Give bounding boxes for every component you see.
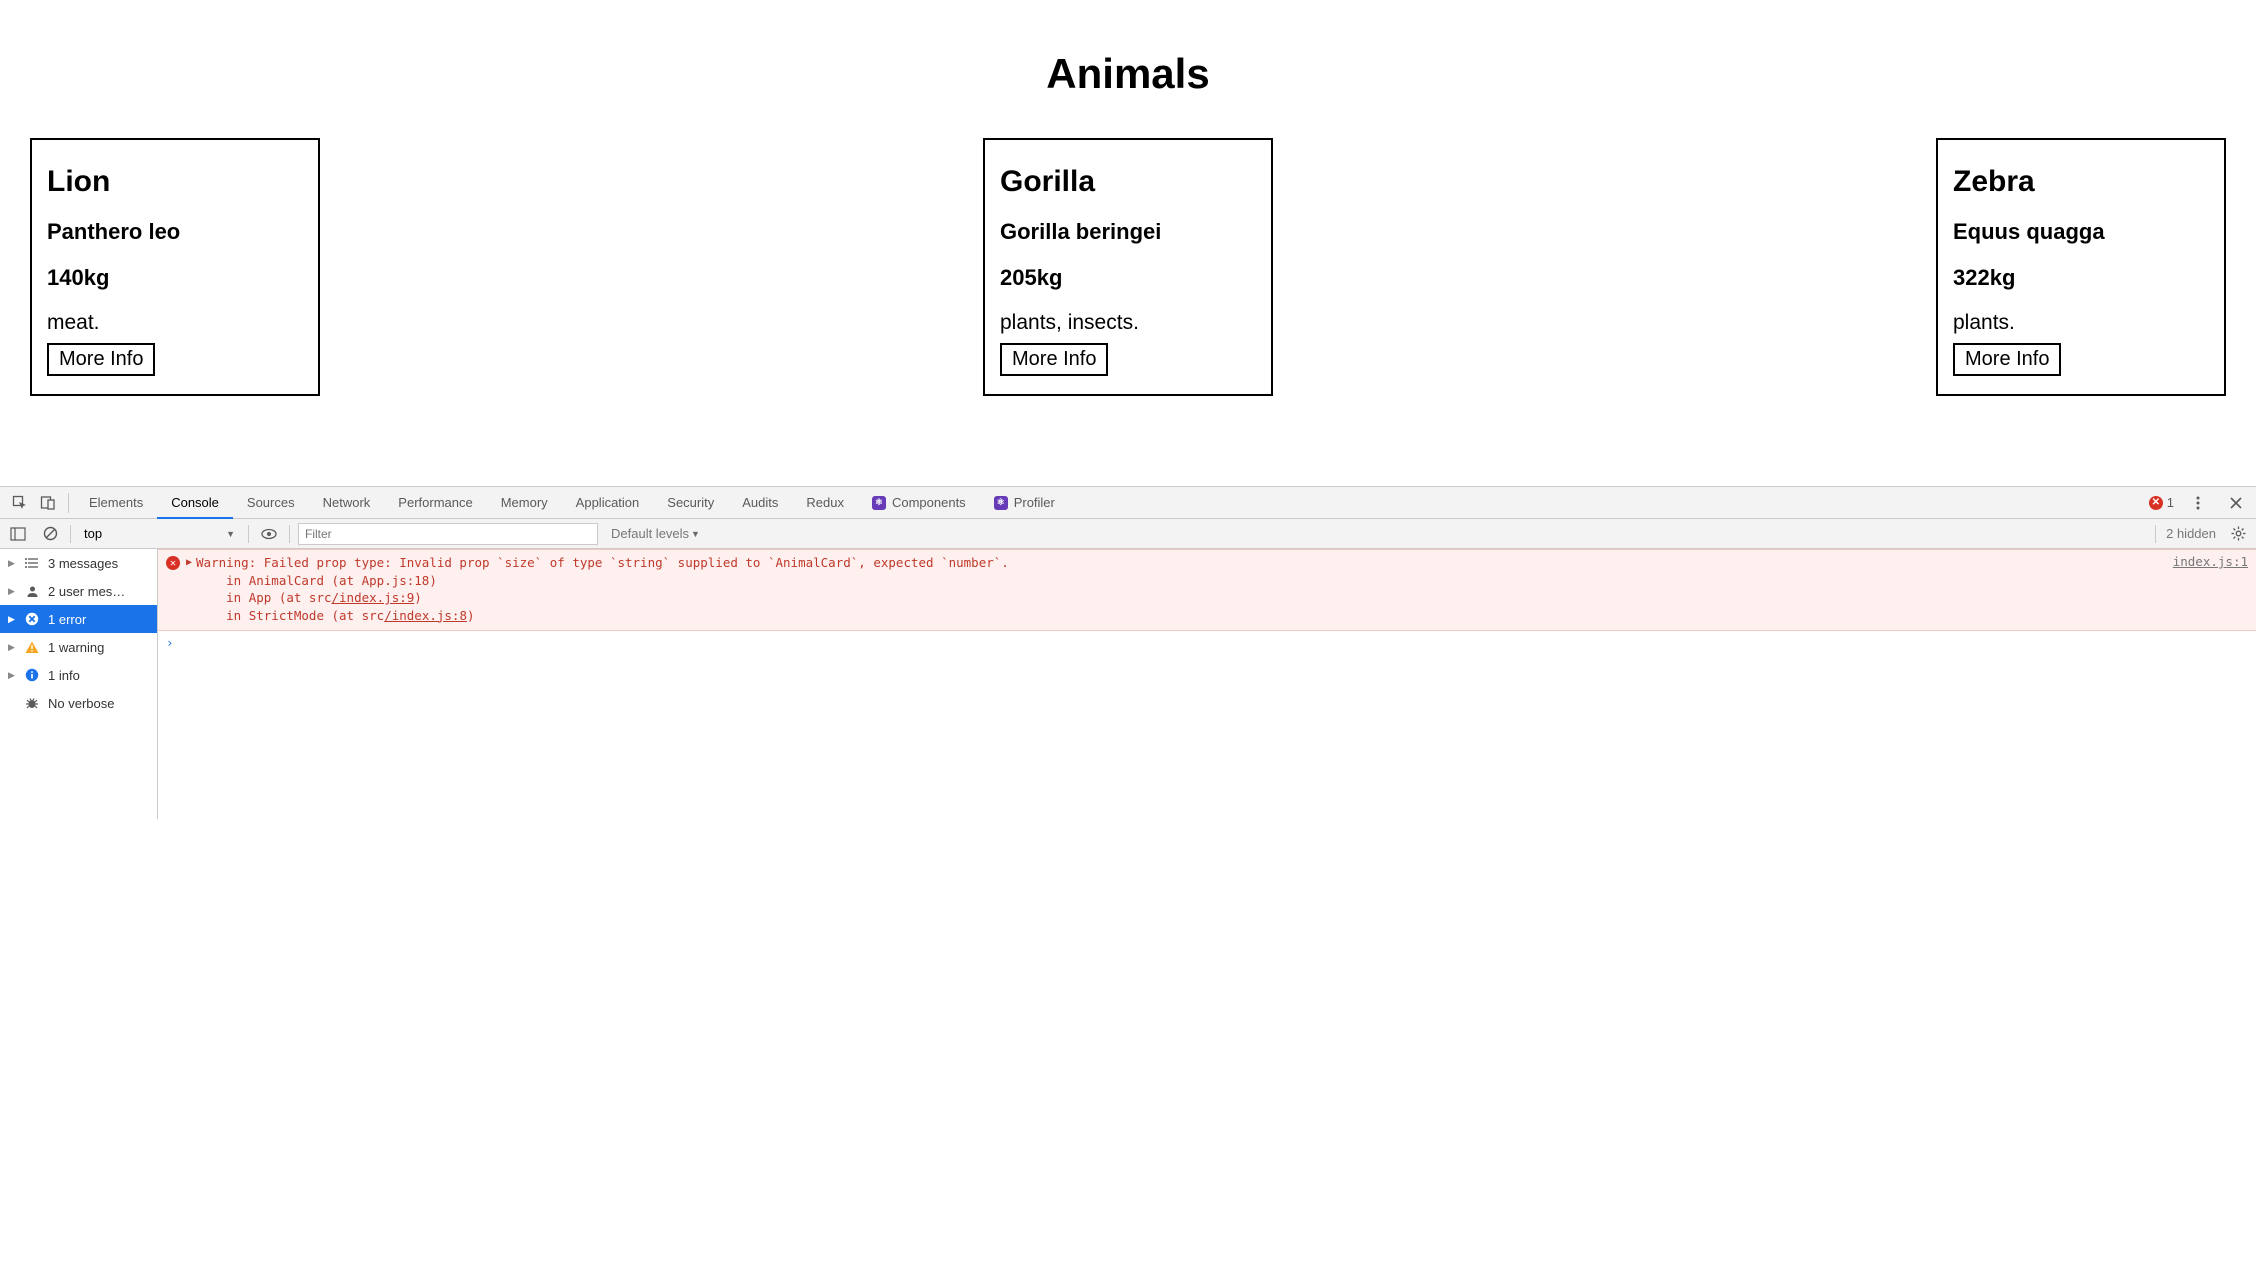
divider — [68, 493, 69, 513]
bug-icon — [24, 695, 40, 711]
sidebar-item-messages[interactable]: ▶ 3 messages — [0, 549, 157, 577]
error-icon — [24, 611, 40, 627]
animal-name: Lion — [47, 165, 303, 199]
sidebar-item-errors[interactable]: ▶ 1 error — [0, 605, 157, 633]
hidden-count: 2 hidden — [2166, 526, 2216, 541]
chevron-right-icon: ▶ — [8, 586, 16, 597]
stack-link[interactable]: /index.js:8 — [384, 608, 467, 623]
console-error-message[interactable]: ✕ ▶ Warning: Failed prop type: Invalid p… — [158, 549, 2256, 631]
animal-name: Gorilla — [1000, 165, 1256, 199]
devtools-tabs: Elements Console Sources Network Perform… — [75, 487, 1069, 518]
animal-size: 140kg — [47, 265, 303, 291]
animal-diet: plants, insects. — [1000, 311, 1256, 335]
tab-security[interactable]: Security — [653, 487, 728, 518]
tab-redux[interactable]: Redux — [792, 487, 858, 518]
tab-performance[interactable]: Performance — [384, 487, 486, 518]
info-icon — [24, 667, 40, 683]
error-icon: ✕ — [166, 556, 180, 570]
error-count: 1 — [2167, 495, 2174, 510]
more-info-button[interactable]: More Info — [1953, 343, 2061, 376]
sidebar-item-warnings[interactable]: ▶ 1 warning — [0, 633, 157, 661]
animal-diet: meat. — [47, 311, 303, 335]
error-icon: ✕ — [2149, 496, 2163, 510]
react-devtools-icon: ⚛ — [994, 496, 1008, 510]
console-sidebar: ▶ 3 messages ▶ 2 user mes… ▶ 1 error — [0, 549, 158, 819]
sidebar-item-label: 1 info — [48, 668, 80, 683]
tab-console[interactable]: Console — [157, 487, 233, 518]
animal-card: Lion Panthero leo 140kg meat. More Info — [30, 138, 320, 396]
page-title: Animals — [30, 50, 2226, 98]
tab-components[interactable]: ⚛ Components — [858, 487, 980, 518]
sidebar-item-label: 2 user mes… — [48, 584, 125, 599]
tab-application[interactable]: Application — [562, 487, 654, 518]
device-toolbar-icon[interactable] — [34, 489, 62, 517]
tab-memory[interactable]: Memory — [487, 487, 562, 518]
chevron-down-icon: ▼ — [691, 529, 700, 539]
react-devtools-icon: ⚛ — [872, 496, 886, 510]
toggle-sidebar-icon[interactable] — [6, 522, 30, 546]
error-text: Warning: Failed prop type: Invalid prop … — [196, 554, 2165, 624]
devtools-tab-bar: Elements Console Sources Network Perform… — [0, 487, 2256, 519]
more-info-button[interactable]: More Info — [1000, 343, 1108, 376]
sidebar-item-label: 1 warning — [48, 640, 104, 655]
divider — [2155, 525, 2156, 543]
expand-arrow-icon[interactable]: ▶ — [186, 557, 192, 624]
devtools-panel: Elements Console Sources Network Perform… — [0, 486, 2256, 819]
animal-species: Equus quagga — [1953, 219, 2209, 245]
list-icon — [24, 555, 40, 571]
tab-label: Components — [892, 495, 966, 510]
tab-network[interactable]: Network — [309, 487, 385, 518]
chevron-right-icon: ▶ — [8, 614, 16, 625]
console-output: ✕ ▶ Warning: Failed prop type: Invalid p… — [158, 549, 2256, 819]
animal-size: 322kg — [1953, 265, 2209, 291]
animal-size: 205kg — [1000, 265, 1256, 291]
animal-species: Gorilla beringei — [1000, 219, 1256, 245]
live-expression-icon[interactable] — [257, 522, 281, 546]
sidebar-item-verbose[interactable]: No verbose — [0, 689, 157, 717]
sidebar-item-label: No verbose — [48, 696, 114, 711]
chevron-right-icon: ▶ — [8, 670, 16, 681]
divider — [70, 525, 71, 543]
animal-species: Panthero leo — [47, 219, 303, 245]
sidebar-item-info[interactable]: ▶ 1 info — [0, 661, 157, 689]
console-prompt[interactable]: › — [158, 631, 2256, 654]
divider — [248, 525, 249, 543]
filter-input[interactable] — [298, 523, 598, 545]
more-info-button[interactable]: More Info — [47, 343, 155, 376]
console-body: ▶ 3 messages ▶ 2 user mes… ▶ 1 error — [0, 549, 2256, 819]
sidebar-item-label: 1 error — [48, 612, 86, 627]
animal-name: Zebra — [1953, 165, 2209, 199]
divider — [289, 525, 290, 543]
animal-diet: plants. — [1953, 311, 2209, 335]
sidebar-item-user-messages[interactable]: ▶ 2 user mes… — [0, 577, 157, 605]
tab-label: Profiler — [1014, 495, 1055, 510]
tab-audits[interactable]: Audits — [728, 487, 792, 518]
stack-link[interactable]: /index.js:9 — [332, 590, 415, 605]
tab-profiler[interactable]: ⚛ Profiler — [980, 487, 1069, 518]
log-levels-selector[interactable]: Default levels ▼ — [606, 523, 705, 544]
chevron-right-icon: ▶ — [8, 642, 16, 653]
console-toolbar: top ▼ Default levels ▼ 2 hidden — [0, 519, 2256, 549]
console-settings-icon[interactable] — [2226, 522, 2250, 546]
error-count-badge[interactable]: ✕ 1 — [2149, 495, 2174, 510]
context-selector[interactable]: top ▼ — [79, 523, 240, 544]
tab-sources[interactable]: Sources — [233, 487, 309, 518]
sidebar-item-label: 3 messages — [48, 556, 118, 571]
clear-console-icon[interactable] — [38, 522, 62, 546]
animal-card: Zebra Equus quagga 322kg plants. More In… — [1936, 138, 2226, 396]
message-source-link[interactable]: index.js:1 — [2165, 554, 2248, 624]
inspect-element-icon[interactable] — [6, 489, 34, 517]
kebab-menu-icon[interactable] — [2184, 489, 2212, 517]
context-label: top — [84, 526, 102, 541]
tab-elements[interactable]: Elements — [75, 487, 157, 518]
cards-row: Lion Panthero leo 140kg meat. More Info … — [30, 138, 2226, 396]
chevron-down-icon: ▼ — [226, 529, 235, 539]
close-devtools-icon[interactable] — [2222, 489, 2250, 517]
levels-label: Default levels — [611, 526, 689, 541]
animal-card: Gorilla Gorilla beringei 205kg plants, i… — [983, 138, 1273, 396]
user-icon — [24, 583, 40, 599]
chevron-right-icon: ▶ — [8, 558, 16, 569]
warning-icon — [24, 639, 40, 655]
